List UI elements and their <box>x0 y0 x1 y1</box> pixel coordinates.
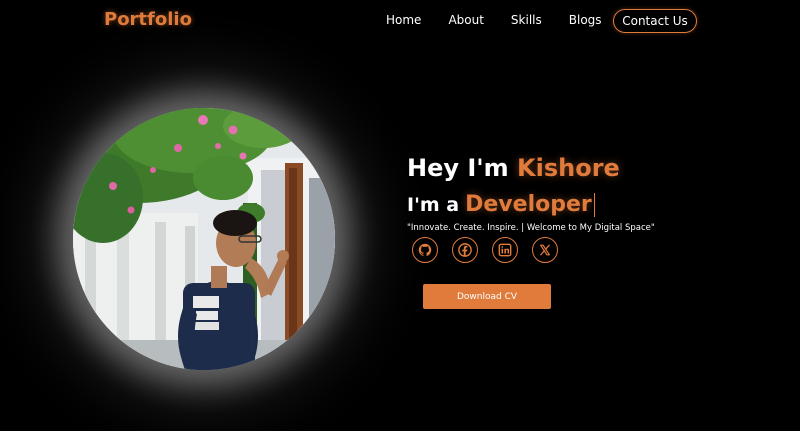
role-title: Developer <box>465 192 592 217</box>
linkedin-link[interactable] <box>492 237 518 263</box>
x-link[interactable] <box>532 237 558 263</box>
x-icon <box>540 244 550 256</box>
linkedin-icon <box>498 243 512 257</box>
greeting-prefix: Hey I'm <box>407 154 509 182</box>
typing-cursor <box>593 192 595 217</box>
facebook-icon <box>458 243 472 257</box>
github-icon <box>418 243 432 256</box>
hero-greeting: Hey I'm Kishore <box>407 154 620 182</box>
contact-us-button[interactable]: Contact Us <box>613 9 697 33</box>
nav-home[interactable]: Home <box>386 13 421 27</box>
profile-photo <box>73 108 335 370</box>
download-cv-button[interactable]: Download CV <box>423 284 551 309</box>
hero-role: I'm a Developer <box>407 192 595 217</box>
main-nav: Home About Skills Blogs <box>386 13 629 27</box>
social-links <box>412 237 572 263</box>
facebook-link[interactable] <box>452 237 478 263</box>
nav-skills[interactable]: Skills <box>511 13 542 27</box>
logo[interactable]: Portfolio <box>104 9 192 30</box>
nav-about[interactable]: About <box>448 13 483 27</box>
hero-tagline: "Innovate. Create. Inspire. | Welcome to… <box>407 223 655 233</box>
github-link[interactable] <box>412 237 438 263</box>
nav-blogs[interactable]: Blogs <box>569 13 602 27</box>
role-prefix: I'm a <box>407 194 460 216</box>
profile-photo-frame <box>73 108 335 370</box>
hero-name: Kishore <box>517 154 620 182</box>
